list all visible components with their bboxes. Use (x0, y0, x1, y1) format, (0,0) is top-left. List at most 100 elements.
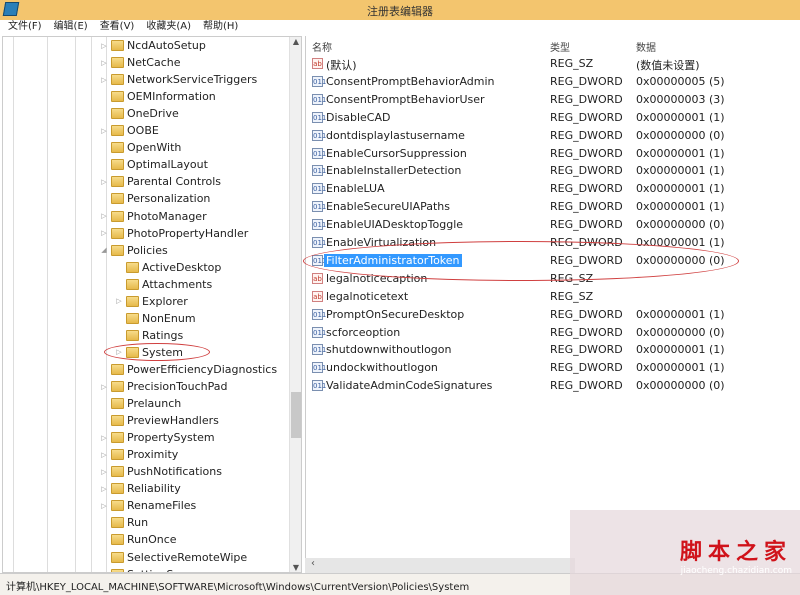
tree-item[interactable]: ▷ System (114, 344, 183, 361)
value-row[interactable]: 011 EnableVirtualization REG_DWORD 0x000000… (306, 234, 800, 252)
values-list[interactable]: 名称 类型 数据 ab (默认) REG_SZ (数值未设置) 011 ConsentPr… (305, 36, 800, 573)
expand-arrow-icon[interactable]: ▷ (99, 178, 109, 186)
scroll-down-icon[interactable]: ▼ (290, 563, 301, 572)
tree-item[interactable]: Run (99, 514, 148, 531)
value-row[interactable]: ab legalnoticecaption REG_SZ (306, 270, 800, 288)
value-row[interactable]: 011 undockwithoutlogon REG_DWORD 0x00000001… (306, 359, 800, 377)
tree-item-label: Ratings (142, 328, 184, 342)
column-header-data[interactable]: 数据 (636, 39, 656, 54)
expand-arrow-icon[interactable]: ▷ (114, 348, 124, 356)
expand-arrow-icon[interactable]: ▷ (99, 485, 109, 493)
expand-arrow-icon[interactable]: ▷ (99, 229, 109, 237)
tree-item[interactable]: Prelaunch (99, 395, 181, 412)
menu-item[interactable]: 收藏夹(A) (146, 20, 191, 36)
scroll-up-icon[interactable]: ▲ (290, 37, 301, 46)
binary-value-icon: 011 (312, 344, 327, 356)
value-data: 0x00000001 (1) (636, 146, 725, 160)
folder-icon (126, 329, 139, 341)
value-row[interactable]: 011 DisableCAD REG_DWORD 0x00000001 (1) (306, 109, 800, 127)
tree-item[interactable]: ▷ NetCache (99, 54, 180, 71)
tree-item[interactable]: ▷ Explorer (114, 293, 188, 310)
value-row[interactable]: 011 PromptOnSecureDesktop REG_DWORD 0x00000… (306, 306, 800, 324)
tree-item[interactable]: ▷ NcdAutoSetup (99, 37, 206, 54)
value-name: PromptOnSecureDesktop (326, 307, 465, 321)
menu-item[interactable]: 查看(V) (100, 20, 135, 36)
value-row[interactable]: 011 ValidateAdminCodeSignatures REG_DWORD 0… (306, 377, 800, 395)
tree-item[interactable]: OptimalLayout (99, 156, 208, 173)
folder-icon (126, 346, 139, 358)
folder-icon (111, 381, 124, 392)
value-name: ValidateAdminCodeSignatures (326, 379, 493, 393)
tree-item[interactable]: ▷ NetworkServiceTriggers (99, 71, 257, 88)
value-data: 0x00000001 (1) (636, 307, 725, 321)
value-row[interactable]: 011 FilterAdministratorToken REG_DWORD 0x00… (306, 252, 800, 270)
value-row[interactable]: 011 ConsentPromptBehaviorAdmin REG_DWORD 0x… (306, 73, 800, 91)
tree-item[interactable]: ▷ Parental Controls (99, 173, 221, 190)
value-data: 0x00000005 (5) (636, 74, 725, 88)
expand-arrow-icon[interactable]: ▷ (99, 468, 109, 476)
value-row[interactable]: 011 EnableSecureUIAPaths REG_DWORD 0x000000… (306, 198, 800, 216)
value-row[interactable]: 011 EnableInstallerDetection REG_DWORD 0x00… (306, 162, 800, 180)
expand-arrow-icon[interactable]: ▷ (99, 383, 109, 391)
expanded-arrow-icon[interactable]: ◢ (99, 246, 109, 254)
tree-item[interactable]: ▷ PhotoPropertyHandler (99, 225, 248, 242)
expand-arrow-icon[interactable]: ▷ (99, 76, 109, 84)
menu-item[interactable]: 编辑(E) (54, 20, 88, 36)
tree-item[interactable]: ▷ PushNotifications (99, 463, 222, 480)
scroll-left-icon[interactable]: ‹ (311, 558, 315, 569)
expand-arrow-icon[interactable]: ▷ (114, 297, 124, 305)
expand-arrow-icon[interactable]: ▷ (99, 434, 109, 442)
tree-item[interactable]: SelectiveRemoteWipe (99, 549, 247, 566)
tree-item[interactable]: ▷ PrecisionTouchPad (99, 378, 227, 395)
tree-item[interactable]: OneDrive (99, 105, 179, 122)
tree-item-label: Attachments (142, 277, 213, 291)
expand-arrow-icon[interactable]: ▷ (99, 212, 109, 220)
scrollbar-thumb[interactable] (291, 392, 301, 438)
column-header-type[interactable]: 类型 (550, 39, 570, 54)
tree-item[interactable]: PowerEfficiencyDiagnostics (99, 361, 277, 378)
folder-icon (111, 91, 124, 103)
expand-arrow-icon[interactable]: ▷ (99, 127, 109, 135)
tree-item[interactable]: RunOnce (99, 531, 177, 548)
tree-item[interactable]: ▷ RenameFiles (99, 497, 196, 514)
tree-item[interactable]: OpenWith (99, 139, 181, 156)
value-row[interactable]: 011 scforceoption REG_DWORD 0x00000000 (0) (306, 324, 800, 342)
tree-item[interactable]: ▷ PhotoManager (99, 208, 206, 225)
tree-item[interactable]: ▷ OOBE (99, 122, 159, 139)
menu-item[interactable]: 帮助(H) (203, 20, 238, 36)
tree-item[interactable]: OEMInformation (99, 88, 216, 105)
tree-item[interactable]: NonEnum (114, 310, 196, 327)
value-row[interactable]: 011 EnableCursorSuppression REG_DWORD 0x000… (306, 145, 800, 163)
value-row[interactable]: 011 EnableLUA REG_DWORD 0x00000001 (1) (306, 180, 800, 198)
expand-arrow-icon[interactable]: ▷ (99, 42, 109, 50)
value-row[interactable]: ab legalnoticetext REG_SZ (306, 288, 800, 306)
tree-item[interactable]: ▷ PropertySystem (99, 429, 214, 446)
tree-item-label: PowerEfficiencyDiagnostics (127, 362, 278, 376)
column-header-name[interactable]: 名称 (312, 39, 332, 54)
value-row[interactable]: 011 EnableUIADesktopToggle REG_DWORD 0x0000… (306, 216, 800, 234)
value-row[interactable]: 011 dontdisplaylastusername REG_DWORD 0x000… (306, 127, 800, 145)
value-data: 0x00000003 (3) (636, 92, 725, 106)
expand-arrow-icon[interactable]: ▷ (99, 59, 109, 67)
tree-item[interactable]: Personalization (99, 190, 210, 207)
value-row[interactable]: 011 ConsentPromptBehaviorUser REG_DWORD 0x0… (306, 91, 800, 109)
tree-item[interactable]: ▷ Proximity (99, 446, 178, 463)
tree-vertical-scrollbar[interactable]: ▲ ▼ (289, 37, 301, 572)
tree-item[interactable]: ▷ Reliability (99, 480, 180, 497)
expand-arrow-icon[interactable]: ▷ (99, 502, 109, 510)
expand-arrow-icon[interactable]: ▷ (99, 451, 109, 459)
value-row[interactable]: 011 shutdownwithoutlogon REG_DWORD 0x000000… (306, 341, 800, 359)
tree-item[interactable]: ◢ Policies (99, 242, 167, 259)
tree-item[interactable]: PreviewHandlers (99, 412, 219, 429)
folder-icon (111, 551, 124, 563)
tree-item[interactable]: Ratings (114, 327, 183, 344)
tree-item[interactable]: ActiveDesktop (114, 259, 221, 276)
tree-item-label: OEMInformation (127, 90, 216, 104)
value-row[interactable]: ab (默认) REG_SZ (数值未设置) (306, 55, 800, 73)
tree-item[interactable]: SettingSync (99, 566, 193, 572)
registry-tree[interactable]: ▲ ▼ ▷ NcdAutoSetup ▷ NetCache ▷ NetworkServic… (2, 36, 302, 573)
tree-item[interactable]: Attachments (114, 276, 212, 293)
menu-item[interactable]: 文件(F) (8, 20, 42, 36)
list-horizontal-scrollbar[interactable]: ‹ (305, 558, 575, 573)
value-type: REG_DWORD (550, 164, 623, 178)
